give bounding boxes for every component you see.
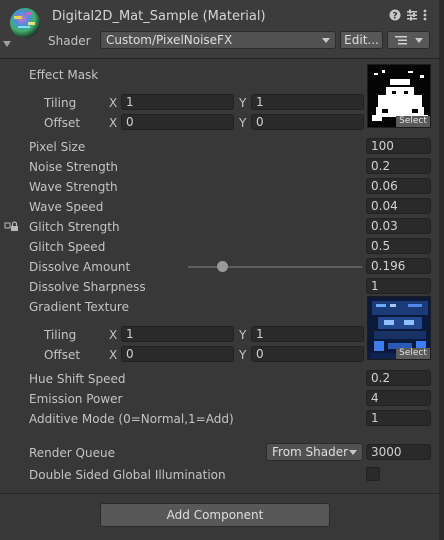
- effect-mask-offset-x-field[interactable]: 0: [121, 114, 234, 130]
- render-queue-dropdown-value: From Shader: [272, 445, 349, 459]
- noise-strength-label: Noise Strength: [29, 160, 119, 174]
- glitch-strength-label: Glitch Strength: [29, 220, 120, 234]
- hue-shift-speed-label: Hue Shift Speed: [29, 372, 126, 386]
- effect-mask-label: Effect Mask: [29, 68, 99, 82]
- dissolve-sharpness-label: Dissolve Sharpness: [29, 280, 146, 294]
- dissolve-amount-slider-track[interactable]: [188, 266, 362, 268]
- preset-sliders-icon[interactable]: [406, 9, 418, 21]
- hue-shift-speed-field[interactable]: 0.2: [366, 370, 431, 386]
- list-icon: [395, 36, 407, 45]
- gradient-texture-label: Gradient Texture: [29, 300, 129, 314]
- dissolve-amount-label: Dissolve Amount: [29, 260, 131, 274]
- noise-strength-field[interactable]: 0.2: [366, 158, 431, 174]
- dissolve-amount-slider-handle[interactable]: [216, 261, 228, 272]
- effect-mask-tiling-y-label: Y: [239, 96, 247, 110]
- gradient-tiling-y-label: Y: [239, 328, 247, 342]
- material-preview-icon[interactable]: [8, 6, 42, 40]
- dissolve-amount-field[interactable]: 0.196: [366, 258, 431, 274]
- material-title: Digital2D_Mat_Sample (Material): [52, 9, 266, 24]
- add-component-button[interactable]: Add Component: [100, 503, 330, 527]
- wave-speed-field[interactable]: 0.04: [366, 198, 431, 214]
- section-divider: [0, 493, 444, 494]
- emission-power-label: Emission Power: [29, 392, 123, 406]
- foldout-arrow-icon[interactable]: [3, 41, 11, 47]
- edit-shader-button[interactable]: Edit...: [340, 31, 383, 49]
- glitch-speed-label: Glitch Speed: [29, 240, 106, 254]
- effect-mask-offset-y-label: Y: [239, 116, 247, 130]
- gradient-tiling-label: Tiling: [44, 328, 77, 342]
- gradient-tiling-x-label: X: [109, 328, 118, 342]
- effect-mask-select-button[interactable]: Select: [396, 116, 430, 127]
- shader-dropdown[interactable]: Custom/PixelNoiseFX: [100, 31, 336, 49]
- render-queue-field[interactable]: 3000: [366, 444, 431, 460]
- effect-mask-tiling-label: Tiling: [44, 96, 77, 110]
- gradient-offset-y-label: Y: [239, 348, 247, 362]
- shader-value: Custom/PixelNoiseFX: [106, 33, 233, 47]
- effect-mask-tiling-x-label: X: [109, 96, 118, 110]
- additive-mode-field[interactable]: 1: [366, 410, 431, 426]
- svg-text:?: ?: [392, 12, 397, 22]
- wave-speed-label: Wave Speed: [29, 200, 104, 214]
- glitch-speed-field[interactable]: 0.5: [366, 238, 431, 254]
- shader-label: Shader: [48, 34, 91, 48]
- chevron-down-icon: [322, 38, 330, 43]
- effect-mask-tiling-y-field[interactable]: 1: [251, 94, 364, 110]
- double-sided-gi-label: Double Sided Global Illumination: [29, 468, 226, 482]
- emission-power-field[interactable]: 4: [366, 390, 431, 406]
- gradient-offset-y-field[interactable]: 0: [251, 346, 364, 362]
- lock-icon[interactable]: [4, 220, 20, 232]
- effect-mask-tiling-x-field[interactable]: 1: [121, 94, 234, 110]
- effect-mask-offset-y-field[interactable]: 0: [251, 114, 364, 130]
- effect-mask-offset-x-label: X: [109, 116, 118, 130]
- wave-strength-label: Wave Strength: [29, 180, 118, 194]
- gradient-offset-x-field[interactable]: 0: [121, 346, 234, 362]
- double-sided-gi-checkbox[interactable]: [366, 467, 380, 481]
- help-icon[interactable]: ?: [389, 9, 401, 21]
- shader-options-button[interactable]: [387, 31, 430, 49]
- render-queue-label: Render Queue: [29, 446, 115, 460]
- glitch-strength-field[interactable]: 0.03: [366, 218, 431, 234]
- wave-strength-field[interactable]: 0.06: [366, 178, 431, 194]
- effect-mask-offset-label: Offset: [44, 116, 81, 130]
- dissolve-sharpness-field[interactable]: 1: [366, 278, 431, 294]
- inspector-scrollbar[interactable]: [439, 0, 444, 540]
- gradient-tiling-x-field[interactable]: 1: [121, 326, 234, 342]
- pixel-size-label: Pixel Size: [29, 140, 86, 154]
- gradient-tiling-y-field[interactable]: 1: [251, 326, 364, 342]
- gradient-texture-select-button[interactable]: Select: [396, 348, 430, 359]
- kebab-menu-icon[interactable]: [423, 9, 427, 21]
- gradient-texture-slot[interactable]: Select: [367, 296, 431, 360]
- material-header: Digital2D_Mat_Sample (Material) ? Shader…: [0, 0, 444, 59]
- chevron-down-icon: [349, 450, 357, 455]
- pixel-size-field[interactable]: 100: [366, 138, 431, 154]
- effect-mask-texture-slot[interactable]: Select: [367, 64, 431, 128]
- render-queue-dropdown[interactable]: From Shader: [266, 443, 363, 461]
- gradient-offset-x-label: X: [109, 348, 118, 362]
- additive-mode-label: Additive Mode (0=Normal,1=Add): [29, 412, 234, 426]
- gradient-offset-label: Offset: [44, 348, 81, 362]
- chevron-down-icon: [415, 38, 423, 43]
